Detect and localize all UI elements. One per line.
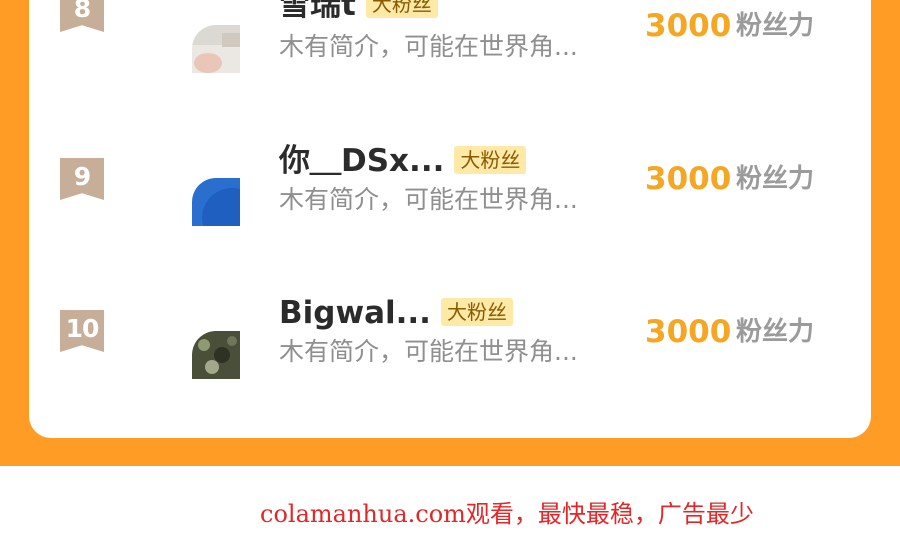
fan-power-score: 3000 [645, 161, 732, 197]
ranking-row-10[interactable]: 10 Bigwal... 大粉丝 木有简介，可能在世界角... 3000 粉丝力 [0, 294, 900, 414]
fan-power-label: 粉丝力 [736, 11, 815, 41]
ranking-row-9[interactable]: 9 你＿DSx... 大粉丝 木有简介，可能在世界角... 3000 粉丝力 [0, 142, 900, 262]
fan-power-label: 粉丝力 [736, 317, 815, 347]
user-name[interactable]: Bigwal... 大粉丝 [279, 294, 513, 332]
user-name-text[interactable]: Bigwal... [279, 295, 431, 331]
user-name-text[interactable]: 雪瑞t [279, 0, 356, 23]
fan-power-score: 3000 [645, 8, 732, 44]
user-name[interactable]: 你＿DSx... 大粉丝 [279, 142, 527, 180]
user-name-text[interactable]: 你＿DSx... [279, 143, 444, 179]
rank-badge: 9 [60, 158, 104, 200]
avatar-photo-icon [192, 25, 240, 73]
fan-power-score: 3000 [645, 314, 732, 350]
rank-badge: 8 [60, 0, 104, 32]
avatar-photo-icon [192, 331, 240, 379]
user-name[interactable]: 雪瑞t 大粉丝 [279, 0, 438, 24]
rank-badge: 10 [60, 310, 104, 352]
fan-level-badge: 大粉丝 [454, 146, 527, 174]
footer: colamanhua.com观看，最快最稳，广告最少 [0, 466, 900, 551]
user-avatar[interactable] [192, 178, 240, 226]
user-avatar[interactable] [192, 331, 240, 379]
user-bio: 木有简介，可能在世界角... [279, 185, 578, 214]
ranking-row-8[interactable]: 8 雪瑞t 大粉丝 木有简介，可能在世界角... 3000 粉丝力 [0, 0, 900, 110]
footer-watermark-text: colamanhua.com观看，最快最稳，广告最少 [260, 500, 754, 528]
fan-level-badge: 大粉丝 [440, 298, 513, 326]
fan-power-label: 粉丝力 [736, 164, 815, 194]
avatar-photo-icon [192, 178, 240, 226]
user-bio: 木有简介，可能在世界角... [279, 337, 578, 366]
user-bio: 木有简介，可能在世界角... [279, 32, 578, 61]
user-avatar[interactable] [192, 25, 240, 73]
fan-level-badge: 大粉丝 [365, 0, 438, 18]
